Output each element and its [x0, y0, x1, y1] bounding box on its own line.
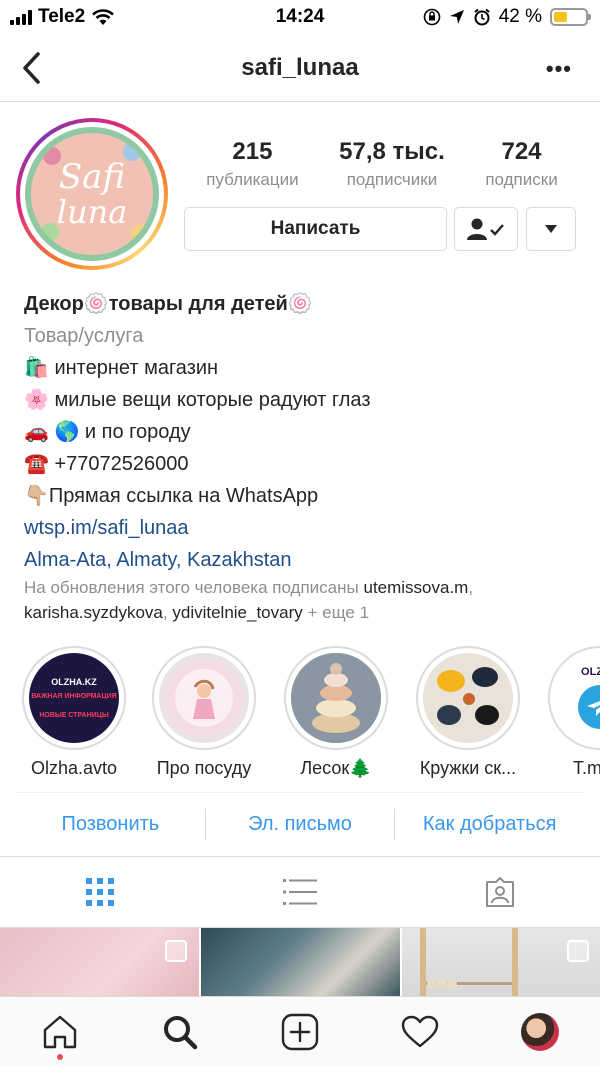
post-thumbnail[interactable]: [201, 928, 400, 996]
grid-icon: [86, 878, 114, 906]
bio-line: ☎️ +77072526000: [24, 453, 189, 475]
stat-followers[interactable]: 57,8 тыс. подписчики: [339, 138, 445, 190]
highlight-forest[interactable]: Лесок🌲: [282, 646, 390, 779]
abacus-photo: [420, 928, 518, 996]
status-right: 42 %: [423, 6, 591, 28]
person-check-icon: [467, 218, 504, 240]
alarm-icon: [474, 8, 490, 26]
tab-tagged[interactable]: [400, 857, 600, 927]
multiple-photos-icon: [567, 940, 589, 962]
profile-stats: 215 публикации 57,8 тыс. подписчики 724 …: [186, 138, 578, 190]
notification-dot: [57, 1054, 63, 1060]
nav-bar: safi_lunaa •••: [0, 34, 600, 102]
following-button[interactable]: [454, 207, 518, 251]
profile-username: safi_lunaa: [241, 54, 359, 81]
toy-stack-photo: [291, 653, 381, 743]
battery-icon: [550, 8, 591, 26]
bio-line: 👇🏼Прямая ссылка на WhatsApp: [24, 485, 319, 507]
email-button[interactable]: Эл. письмо: [206, 793, 395, 856]
telegram-icon: [578, 685, 600, 729]
directions-button[interactable]: Как добраться: [395, 793, 584, 856]
mugs-photo: [423, 653, 513, 743]
follower-username: ydivitelnie_tovary: [172, 603, 303, 622]
list-icon: [283, 879, 317, 905]
home-icon: [43, 1015, 77, 1048]
follower-username: karisha.syzdykova: [24, 603, 163, 622]
safi-luna-logo: Safi luna: [25, 127, 159, 261]
bio-line: 🌸 милые вещи которые радуют глаз: [24, 389, 371, 411]
profile-tabs: [0, 856, 600, 928]
search-icon: [164, 1015, 198, 1049]
tab-list[interactable]: [200, 857, 400, 927]
more-options-icon[interactable]: •••: [546, 56, 572, 82]
location-link[interactable]: Alma-Ata, Almaty, Kazakhstan: [24, 544, 584, 576]
bio-line: 🚗 🌎 и по городу: [24, 421, 191, 443]
orientation-lock-icon: [423, 8, 440, 26]
post-thumbnail[interactable]: [0, 928, 199, 996]
tab-profile[interactable]: [480, 997, 600, 1066]
stat-following[interactable]: 724 подписки: [485, 138, 557, 190]
profile-category: Товар/услуга: [24, 325, 144, 347]
bottom-tab-bar: [0, 996, 600, 1066]
profile-avatar-small: [521, 1012, 559, 1051]
tab-activity[interactable]: [360, 997, 480, 1066]
follower-username: utemissova.m: [363, 578, 469, 597]
status-bar: Tele2 14:24 42 %: [0, 0, 600, 34]
highlight-telegram[interactable]: OLZHA T.me/o: [546, 646, 600, 779]
add-post-icon: [281, 1013, 319, 1050]
post-thumbnail[interactable]: [402, 928, 600, 996]
website-link[interactable]: wtsp.im/safi_lunaa: [24, 512, 584, 544]
bio-line: 🛍️ интернет магазин: [24, 357, 219, 379]
highlight-olzha-avto[interactable]: OLZHA.KZ ВАЖНАЯ ИНФОРМАЦИЯ НОВЫЕ СТРАНИЦ…: [20, 646, 128, 779]
tab-new-post[interactable]: [240, 997, 360, 1066]
call-button[interactable]: Позвонить: [16, 793, 205, 856]
tab-grid[interactable]: [0, 857, 200, 927]
message-button[interactable]: Написать: [184, 207, 447, 251]
stat-posts[interactable]: 215 публикации: [206, 138, 298, 190]
suggestions-dropdown-button[interactable]: [526, 207, 576, 251]
post-grid: [0, 928, 600, 996]
tab-search[interactable]: [120, 997, 240, 1066]
tab-home[interactable]: [0, 997, 120, 1066]
profile-avatar[interactable]: Safi luna: [16, 118, 168, 270]
followed-by-text[interactable]: На обновления этого человека подписаны u…: [24, 575, 584, 625]
highlight-dishes[interactable]: Про посуду: [150, 646, 258, 779]
tagged-person-icon: [486, 877, 514, 907]
caret-down-icon: [545, 225, 557, 233]
heart-icon: [401, 1015, 439, 1047]
contact-buttons: Позвонить Эл. письмо Как добраться: [16, 792, 584, 856]
battery-percent: 42 %: [498, 6, 542, 27]
story-highlights: OLZHA.KZ ВАЖНАЯ ИНФОРМАЦИЯ НОВЫЕ СТРАНИЦ…: [0, 646, 600, 782]
highlight-mugs[interactable]: Кружки ск...: [414, 646, 522, 779]
profile-bio: Декор🍥товары для детей🍥 Товар/услуга 🛍️ …: [24, 288, 584, 576]
plate-illustration: [193, 679, 215, 719]
location-arrow-icon: [449, 10, 464, 24]
profile-display-name: Декор🍥товары для детей🍥: [24, 293, 313, 315]
multiple-photos-icon: [165, 940, 187, 962]
profile-actions: Написать: [184, 207, 576, 251]
